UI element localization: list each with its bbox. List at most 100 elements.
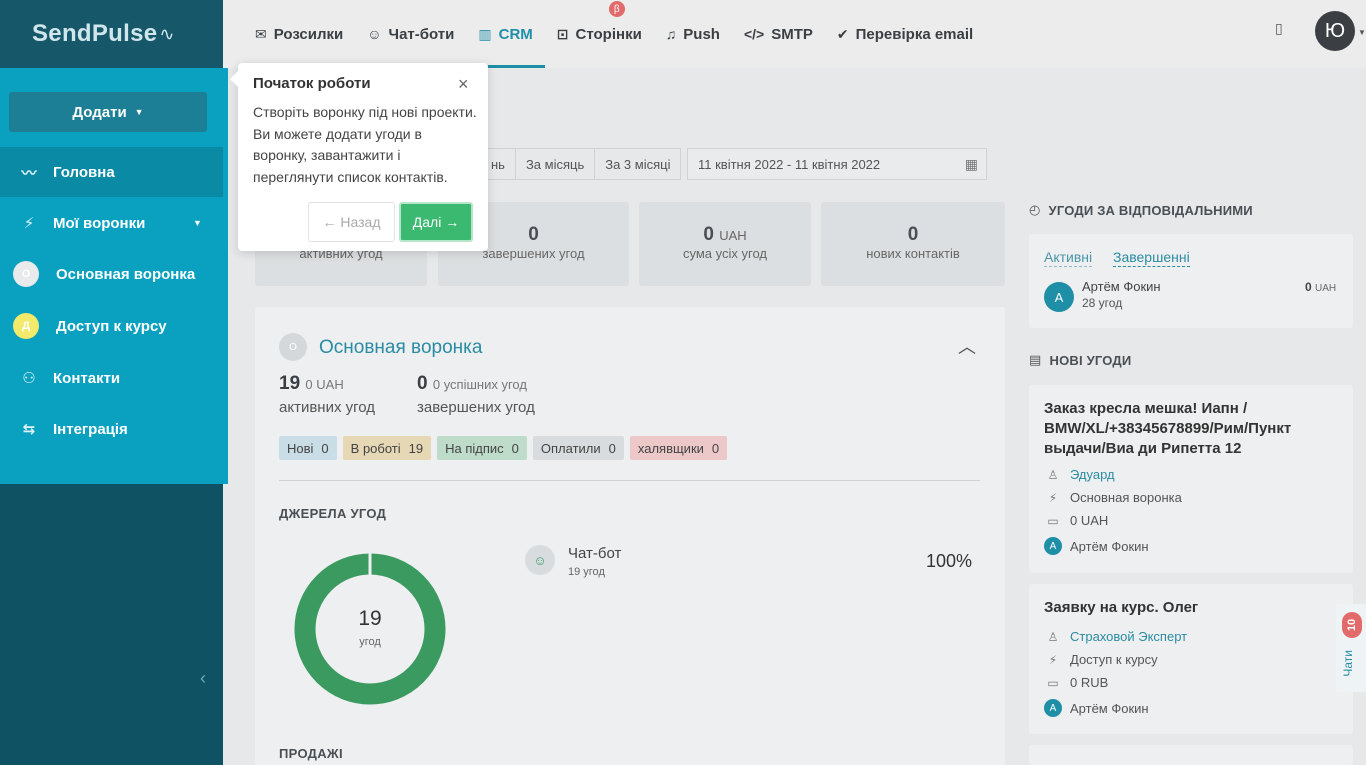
nav-item-label: Сторінки (575, 25, 642, 43)
sidebar-item-funnel-course[interactable]: Д Доступ к курсу (0, 301, 223, 351)
deal-funnel: ⚡ Доступ к курсу (1044, 652, 1158, 667)
sidebar-item-contacts[interactable]: ⚇ Контакти (0, 353, 223, 403)
mobile-icon[interactable]: ▯ (1275, 20, 1283, 37)
stage-badge[interactable]: В роботі 19 (342, 436, 432, 460)
avatar: А (1044, 699, 1062, 717)
filter-month[interactable]: За місяць (515, 148, 596, 180)
date-range-input[interactable]: 11 квітня 2022 - 11 квітня 2022 ▦ (687, 148, 987, 180)
stat-value: 0 UAH (703, 224, 747, 245)
deal-amount: ▭ 0 UAH (1044, 513, 1108, 528)
logo-mark-icon: ∿ (159, 23, 175, 44)
wallet-icon: ▭ (1047, 675, 1059, 690)
popover-body: Створіть воронку під нові проекти. Ви мо… (253, 104, 477, 185)
sidebar-item-my-funnels[interactable]: ⚡ Мої воронки ▼ (0, 198, 223, 248)
stage-badge[interactable]: Оплатили 0 (532, 436, 624, 460)
new-deals-heading: ▤ НОВІ УГОДИ (1029, 352, 1132, 368)
funnel-dot: О (13, 261, 39, 287)
responsible-deals: 28 угод (1082, 296, 1123, 310)
sidebar-item-label: Доступ к курсу (56, 317, 167, 335)
responsible-card: Активні Завершенні А Артём Фокин 28 угод… (1029, 234, 1353, 328)
code-icon: </> (743, 26, 765, 42)
avatar: А (1044, 282, 1074, 312)
nav-item-pages[interactable]: ⊡ Сторінки β (545, 0, 654, 68)
sidebar-item-integration[interactable]: ⇆ Інтеграція (0, 404, 223, 454)
chevron-down-icon[interactable]: ▼ (1358, 28, 1366, 37)
avatar: А (1044, 537, 1062, 555)
stat-new-contacts: 0 нових контактів (821, 202, 1005, 286)
sidebar: Додати ▼ 〰 Головна ⚡ Мої воронки ▼ О Осн… (0, 68, 228, 765)
deal-title[interactable]: Заказ кресла мешка! Иапн / BMW/XL/+38345… (1044, 399, 1339, 459)
donut-total: 19 (358, 607, 382, 630)
logo: SendPulse (32, 20, 158, 47)
nav-item-chatbots[interactable]: ☺ Чат-боти (355, 0, 466, 68)
users-icon: ⚇ (22, 370, 36, 387)
add-button-label: Додати (72, 103, 127, 121)
collapse-sidebar-icon[interactable]: ‹ (200, 668, 206, 689)
responsible-name[interactable]: Артём Фокин (1082, 279, 1161, 294)
nav-item-label: Чат-боти (388, 25, 455, 43)
funnel-icon: ⚡ (1048, 652, 1058, 667)
deal-funnel: ⚡ Основная воронка (1044, 490, 1182, 505)
funnel-active-stat: 19 0 UAH активних угод (279, 373, 376, 416)
integration-icon: ⇆ (22, 421, 36, 438)
popover-title: Початок роботи (253, 75, 371, 92)
stat-value: 0 (907, 224, 919, 245)
funnel-icon: ⚡ (1048, 490, 1058, 505)
user-icon: ♙ (1047, 467, 1059, 482)
logo-area[interactable]: SendPulse ∿ (0, 0, 223, 68)
responsible-heading: ◴ УГОДИ ЗА ВІДПОВІДАЛЬНИМИ (1029, 202, 1253, 218)
sidebar-item-home[interactable]: 〰 Головна (0, 147, 223, 197)
top-bar: SendPulse ∿ ✉ Розсилки ☺ Чат-боти ▥ CRM … (0, 0, 1366, 68)
calendar-icon[interactable]: ▦ (965, 156, 978, 173)
nav-item-push[interactable]: ♫ Push (654, 0, 732, 68)
chevron-up-icon[interactable]: ︿ (958, 333, 976, 359)
funnel-done-stat: 0 0 успішних угод завершених угод (417, 373, 535, 416)
caret-down-icon: ▼ (134, 107, 144, 117)
add-button[interactable]: Додати ▼ (9, 92, 207, 132)
chat-icon: ☺ (367, 26, 382, 42)
funnel-card: О Основная воронка ︿ 19 0 UAH активних у… (255, 307, 1005, 765)
deal-contact: ♙ Эдуард (1044, 467, 1115, 482)
nav-item-email-verify[interactable]: ✔ Перевірка email (825, 0, 985, 68)
tab-active[interactable]: Активні (1044, 249, 1093, 267)
nav-item-campaigns[interactable]: ✉ Розсилки (243, 0, 355, 68)
filter-3-months[interactable]: За 3 місяці (595, 148, 682, 180)
sidebar-item-label: Контакти (53, 369, 121, 387)
source-name: Чат-бот (568, 545, 622, 562)
nav-item-label: Перевірка email (855, 25, 974, 43)
chatbot-icon: ☺ (525, 545, 555, 575)
nav-item-crm[interactable]: ▥ CRM (466, 0, 546, 68)
source-percent: 100% (926, 551, 973, 571)
beta-badge: β (608, 1, 625, 17)
tab-completed[interactable]: Завершенні (1113, 249, 1190, 267)
sidebar-item-label: Головна (53, 163, 115, 181)
top-nav: ✉ Розсилки ☺ Чат-боти ▥ CRM ⊡ Сторінки β… (243, 0, 985, 68)
source-count: 19 угод (568, 566, 605, 578)
user-icon: ♙ (1047, 629, 1059, 644)
wallet-icon: ▭ (1047, 513, 1059, 528)
deal-card[interactable]: Заявку на курс. Олег ♙ Страховой Эксперт… (1029, 584, 1353, 734)
user-avatar[interactable]: Ю (1315, 11, 1355, 51)
stat-label: сума усіх угод (683, 246, 767, 261)
next-button[interactable]: Далі → (399, 202, 473, 242)
sidebar-item-label: Мої воронки (53, 214, 146, 232)
sidebar-item-funnel-main[interactable]: О Основная воронка (0, 249, 223, 299)
stage-badge[interactable]: халявщики 0 (629, 436, 728, 460)
stage-badge[interactable]: Нові 0 (279, 436, 337, 460)
stat-label: нових контактів (866, 246, 960, 261)
sidebar-menu: Додати ▼ 〰 Головна ⚡ Мої воронки ▼ О Осн… (0, 68, 228, 484)
stage-badge[interactable]: На підпис 0 (437, 436, 527, 460)
funnel-title[interactable]: Основная воронка (319, 337, 482, 359)
funnel-dot: О (279, 333, 307, 361)
deal-card[interactable] (1029, 745, 1353, 765)
check-icon: ✔ (836, 25, 849, 42)
chats-tab[interactable]: 10 Чати (1336, 604, 1366, 692)
back-button[interactable]: ← Назад (308, 202, 395, 242)
envelope-icon: ✉ (255, 25, 267, 42)
deal-owner: А Артём Фокин (1044, 699, 1149, 717)
deal-card[interactable]: Заказ кресла мешка! Иапн / BMW/XL/+38345… (1029, 385, 1353, 573)
nav-item-smtp[interactable]: </> SMTP (732, 0, 825, 68)
funnel-dot: Д (13, 313, 39, 339)
close-icon[interactable]: × (458, 75, 469, 93)
deal-title[interactable]: Заявку на курс. Олег (1044, 598, 1339, 618)
